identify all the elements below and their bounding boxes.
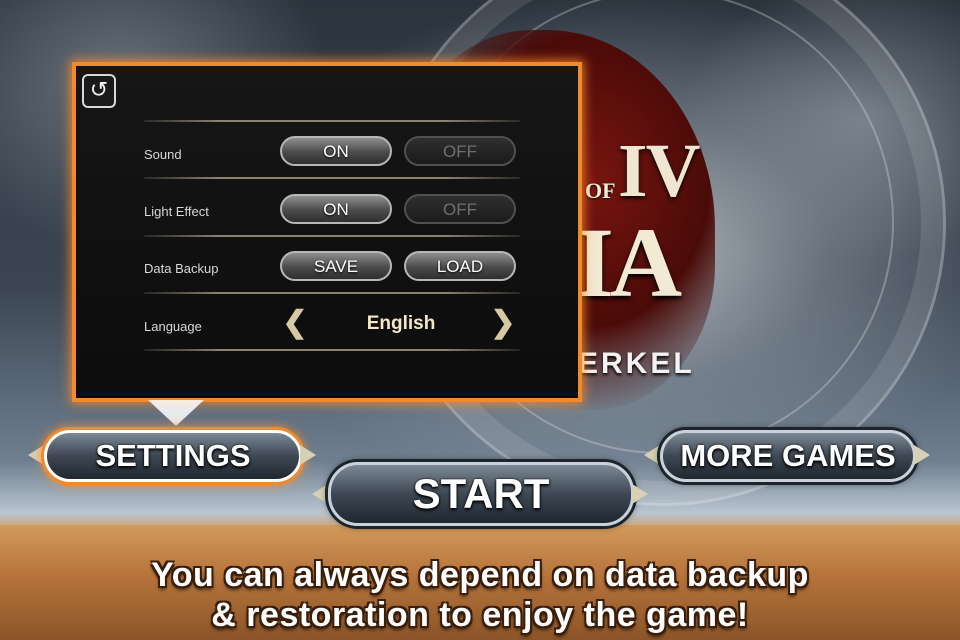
load-button[interactable]: LOAD: [404, 251, 516, 281]
caption-line-2: & restoration to enjoy the game!: [211, 596, 749, 634]
language-label: Language: [144, 319, 202, 334]
sound-label: Sound: [144, 147, 182, 162]
logo-text-main: IA: [575, 207, 682, 318]
divider: [144, 177, 520, 179]
chevron-left-icon[interactable]: ❮: [282, 308, 308, 338]
divider: [144, 349, 520, 351]
settings-button[interactable]: SETTINGS: [44, 430, 302, 482]
start-button-right-spike: [632, 484, 648, 504]
start-button[interactable]: START: [328, 462, 634, 526]
chevron-right-icon[interactable]: ❯: [490, 308, 516, 338]
light-effect-label: Light Effect: [144, 204, 209, 219]
more-games-button-left-spike: [644, 445, 660, 465]
panel-pointer: [148, 400, 204, 426]
start-button-left-spike: [312, 484, 328, 504]
settings-panel: ↺ Sound ON OFF Light Effect ON OFF Data …: [72, 62, 582, 402]
logo-subtitle: ERKEL: [578, 347, 695, 380]
settings-button-right-spike: [300, 445, 316, 465]
logo-text-roman: IV: [618, 129, 700, 213]
save-button[interactable]: SAVE: [280, 251, 392, 281]
language-value: English: [366, 313, 436, 334]
settings-button-left-spike: [28, 445, 44, 465]
caption-line-1: You can always depend on data backup: [151, 556, 809, 594]
more-games-button-right-spike: [914, 445, 930, 465]
light-effect-off-button[interactable]: OFF: [404, 194, 516, 224]
logo-text-of: OF: [585, 178, 616, 203]
divider: [144, 235, 520, 237]
sound-off-button[interactable]: OFF: [404, 136, 516, 166]
divider: [144, 120, 520, 122]
divider: [144, 292, 520, 294]
undo-arrow-icon[interactable]: ↺: [82, 74, 116, 108]
more-games-button[interactable]: MORE GAMES: [660, 430, 916, 482]
data-backup-label: Data Backup: [144, 261, 219, 276]
sound-on-button[interactable]: ON: [280, 136, 392, 166]
light-effect-on-button[interactable]: ON: [280, 194, 392, 224]
